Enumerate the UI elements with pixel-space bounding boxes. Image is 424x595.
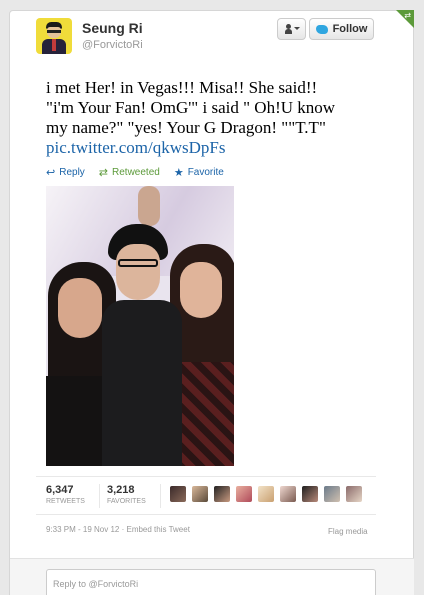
divider (36, 476, 376, 477)
author-name[interactable]: Seung Ri (82, 20, 143, 36)
avatar[interactable] (192, 486, 208, 502)
favorite-icon: ★ (173, 165, 184, 179)
retweets-stat[interactable]: 6,347 RETWEETS (46, 484, 85, 505)
tweet-text: i met Her! in Vegas!!! Misa!! She said!!… (46, 78, 381, 158)
retweet-label: Retweeted (112, 166, 160, 178)
flag-media-link[interactable]: Flag media (328, 527, 368, 536)
tweet-line: my name?" "yes! Your G Dragon! ""T.T" (46, 118, 326, 137)
tweet-photo[interactable] (46, 186, 234, 466)
divider (36, 514, 376, 515)
favorite-label: Favorite (187, 166, 224, 178)
embed-link[interactable]: Embed this Tweet (126, 525, 189, 534)
favorites-stat[interactable]: 3,218 FAVORITES (107, 484, 146, 505)
avatar[interactable] (324, 486, 340, 502)
tweet-line: "i'm Your Fan! OmG'" i said " Oh!U know (46, 98, 336, 117)
reply-action[interactable]: ↩ Reply (46, 166, 85, 179)
follow-button[interactable]: Follow (309, 18, 374, 40)
tweet-media-link[interactable]: pic.twitter.com/qkwsDpFs (46, 138, 381, 158)
avatar[interactable] (258, 486, 274, 502)
tweet-stats: 6,347 RETWEETS 3,218 FAVORITES (46, 484, 366, 512)
tweet-meta: 9:33 PM - 19 Nov 12 · Embed this Tweet (46, 525, 190, 534)
follow-button-label: Follow (332, 23, 368, 35)
reply-label: Reply (59, 166, 85, 178)
user-dropdown-icon (284, 24, 300, 34)
author-avatar[interactable] (36, 18, 72, 54)
avatar[interactable] (280, 486, 296, 502)
retweet-corner-icon: ⇄ (404, 11, 411, 20)
favorite-action[interactable]: ★ Favorite (174, 166, 224, 179)
favorites-label: FAVORITES (107, 498, 146, 505)
tweet-actions: ↩ Reply ⇄ Retweeted ★ Favorite (46, 165, 238, 179)
favorites-count: 3,218 (107, 484, 135, 496)
retweet-icon: ⇄ (98, 165, 109, 179)
author-handle[interactable]: @ForvictoRi (82, 39, 143, 51)
avatar[interactable] (302, 486, 318, 502)
retweets-label: RETWEETS (46, 498, 85, 505)
avatar[interactable] (346, 486, 362, 502)
retweet-action[interactable]: ⇄ Retweeted (99, 166, 160, 179)
reply-icon: ↩ (46, 165, 56, 179)
reply-area: Reply to @ForvictoRi (10, 558, 414, 595)
timestamp[interactable]: 9:33 PM - 19 Nov 12 (46, 525, 119, 534)
user-actions-button[interactable] (277, 18, 306, 40)
avatar[interactable] (214, 486, 230, 502)
avatar[interactable] (236, 486, 252, 502)
retweets-count: 6,347 (46, 484, 74, 496)
favoriters-avatars (170, 486, 368, 502)
reply-input[interactable]: Reply to @ForvictoRi (46, 569, 376, 595)
avatar[interactable] (170, 486, 186, 502)
twitter-bird-icon (315, 24, 328, 34)
tweet-line: i met Her! in Vegas!!! Misa!! She said!! (46, 78, 318, 97)
